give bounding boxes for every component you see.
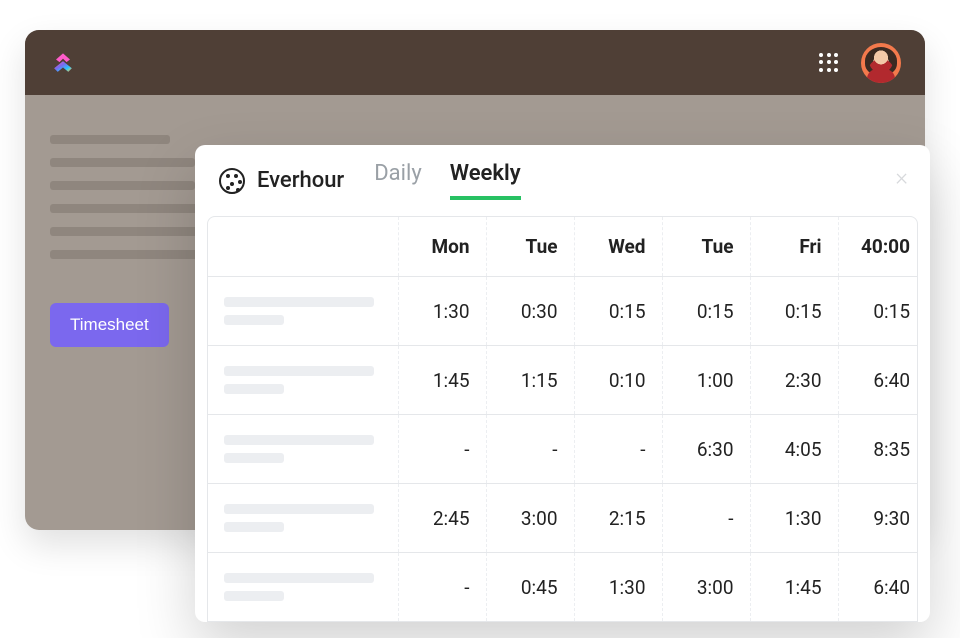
- time-cell[interactable]: 0:15: [750, 277, 838, 346]
- timesheet-button[interactable]: Timesheet: [50, 303, 169, 347]
- time-cell[interactable]: 6:30: [662, 415, 750, 484]
- time-cell[interactable]: -: [486, 415, 574, 484]
- time-cell[interactable]: 0:45: [486, 553, 574, 622]
- clickup-logo-icon: [49, 49, 77, 77]
- skeleton-line: [50, 181, 195, 190]
- header-col: Mon: [398, 217, 486, 277]
- time-cell[interactable]: 4:05: [750, 415, 838, 484]
- time-cell[interactable]: 0:15: [574, 277, 662, 346]
- user-avatar[interactable]: [861, 43, 901, 83]
- time-cell[interactable]: 2:15: [574, 484, 662, 553]
- time-cell[interactable]: 1:15: [486, 346, 574, 415]
- view-tabs: Daily Weekly: [374, 161, 520, 200]
- time-cell[interactable]: 1:00: [662, 346, 750, 415]
- table-row: 1:300:300:150:150:150:15: [208, 277, 918, 346]
- header-task: [208, 217, 398, 277]
- tab-daily[interactable]: Daily: [374, 161, 422, 200]
- task-cell[interactable]: [208, 277, 398, 346]
- header-total: 40:00: [838, 217, 918, 277]
- table-row: ---6:304:058:35: [208, 415, 918, 484]
- panel-header: Everhour Daily Weekly ×: [195, 145, 930, 212]
- time-cell[interactable]: 1:30: [750, 484, 838, 553]
- time-cell[interactable]: 0:15: [662, 277, 750, 346]
- time-cell[interactable]: -: [662, 484, 750, 553]
- skeleton-line: [50, 227, 210, 236]
- header-row: Mon Tue Wed Tue Fri 40:00: [208, 217, 918, 277]
- everhour-panel: Everhour Daily Weekly × Mon Tue Wed: [195, 145, 930, 622]
- apps-grid-icon[interactable]: [819, 53, 839, 73]
- app-header: [25, 30, 925, 95]
- header-col: Fri: [750, 217, 838, 277]
- header-col: Wed: [574, 217, 662, 277]
- time-cell[interactable]: 2:45: [398, 484, 486, 553]
- skeleton-line: [50, 135, 170, 144]
- time-cell[interactable]: 1:45: [750, 553, 838, 622]
- table-row: -0:451:303:001:456:40: [208, 553, 918, 622]
- time-cell[interactable]: -: [574, 415, 662, 484]
- task-cell[interactable]: [208, 346, 398, 415]
- time-cell[interactable]: -: [398, 553, 486, 622]
- row-total-cell: 6:40: [838, 346, 918, 415]
- time-cell[interactable]: -: [398, 415, 486, 484]
- close-icon[interactable]: ×: [895, 163, 908, 191]
- task-cell[interactable]: [208, 415, 398, 484]
- timesheet-table: Mon Tue Wed Tue Fri 40:00 1:300:300:150:…: [207, 216, 918, 622]
- tab-weekly[interactable]: Weekly: [450, 161, 521, 200]
- table-row: 1:451:150:101:002:306:40: [208, 346, 918, 415]
- brand-label: Everhour: [257, 168, 344, 193]
- row-total-cell: 9:30: [838, 484, 918, 553]
- task-cell[interactable]: [208, 553, 398, 622]
- everhour-logo-icon: [219, 168, 245, 194]
- time-cell[interactable]: 3:00: [662, 553, 750, 622]
- time-cell[interactable]: 1:45: [398, 346, 486, 415]
- row-total-cell: 8:35: [838, 415, 918, 484]
- time-cell[interactable]: 3:00: [486, 484, 574, 553]
- row-total-cell: 0:15: [838, 277, 918, 346]
- table-row: 2:453:002:15-1:309:30: [208, 484, 918, 553]
- skeleton-line: [50, 158, 195, 167]
- task-cell[interactable]: [208, 484, 398, 553]
- time-cell[interactable]: 0:30: [486, 277, 574, 346]
- time-cell[interactable]: 1:30: [398, 277, 486, 346]
- time-cell[interactable]: 1:30: [574, 553, 662, 622]
- time-cell[interactable]: 0:10: [574, 346, 662, 415]
- header-col: Tue: [486, 217, 574, 277]
- row-total-cell: 6:40: [838, 553, 918, 622]
- header-col: Tue: [662, 217, 750, 277]
- time-cell[interactable]: 2:30: [750, 346, 838, 415]
